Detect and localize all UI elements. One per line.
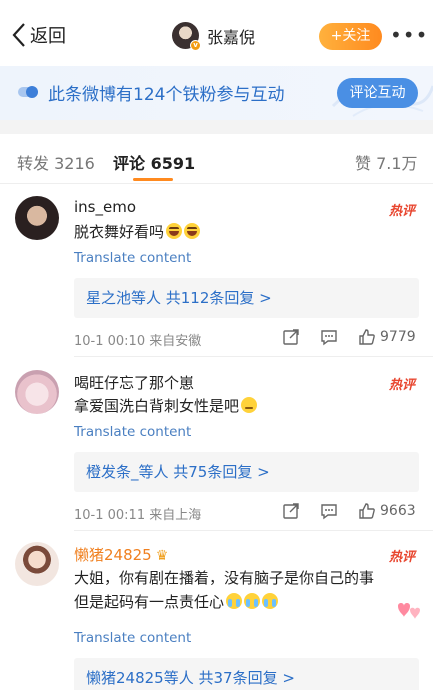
hot-comment-badge: 热评 (389, 550, 416, 565)
like-icon[interactable] (358, 328, 376, 346)
like-count: 9663 (380, 503, 416, 519)
comment-meta: 10-1 00:11 来自上海 (74, 508, 202, 523)
replies-summary[interactable]: 橙发条_等人 共75条回复 > (74, 452, 419, 492)
divider (74, 356, 433, 357)
share-icon[interactable] (282, 328, 300, 346)
comment-icon[interactable] (320, 328, 338, 346)
author-name[interactable]: 张嘉倪 (207, 24, 255, 48)
laughing-emoji-icon (184, 223, 201, 239)
crown-badge-icon: ♛ (155, 548, 169, 564)
replies-summary[interactable]: 懒猪24825等人 共37条回复 > (74, 658, 419, 690)
avatar[interactable] (15, 542, 59, 586)
chevron-left-icon (12, 23, 25, 47)
banner-text: 此条微博有124个铁粉参与互动 (48, 85, 285, 105)
comment-item: 喝旺仔忘了那个崽 热评 拿爱国洗白背刺女性是吧 Translate conten… (0, 358, 433, 532)
translate-link[interactable]: Translate content (74, 630, 191, 646)
commenter-name[interactable]: 懒猪24825 (74, 546, 152, 564)
like-icon[interactable] (358, 502, 376, 520)
divider (74, 530, 433, 531)
avatar[interactable] (15, 370, 59, 414)
comment-item: ins_emo 热评 脱衣舞好看吗 Translate content 星之池等… (0, 184, 433, 358)
post-stats-tabs: 转发 3216 评论 6591 赞 7.1万 (0, 134, 433, 184)
follow-button[interactable]: +关注 (319, 23, 382, 50)
smirk-emoji-icon (241, 397, 258, 413)
section-gap (0, 120, 433, 134)
hearts-decoration-icon (398, 603, 420, 619)
comment-actions: 9663 (282, 502, 416, 520)
comment-item: 懒猪24825 ♛ 热评 大姐，你有剧在播着，没有脑子是你自己的事 但是起码有一点… (0, 532, 433, 690)
comment-text-line: 大姐，你有剧在播着，没有脑子是你自己的事 (74, 569, 375, 587)
replies-summary[interactable]: 星之池等人 共112条回复 > (74, 278, 419, 318)
share-icon[interactable] (282, 502, 300, 520)
comment-meta: 10-1 00:10 来自安徽 (74, 334, 202, 349)
fans-interaction-banner: 此条微博有124个铁粉参与互动 评论互动 (0, 66, 433, 120)
author-avatar[interactable]: v (172, 22, 201, 51)
commenter-name-row: 懒猪24825 ♛ (74, 544, 168, 565)
tab-likes[interactable]: 赞 7.1万 (355, 150, 418, 174)
crying-emoji-icon (244, 593, 261, 609)
active-tab-indicator (133, 178, 173, 181)
comment-text: 脱衣舞好看吗 (74, 220, 201, 244)
verified-badge-icon: v (190, 40, 201, 51)
translate-link[interactable]: Translate content (74, 424, 191, 440)
comment-text: 大姐，你有剧在播着，没有脑子是你自己的事 但是起码有一点责任心 (74, 566, 374, 614)
more-options-icon[interactable]: ••• (390, 25, 428, 45)
back-button[interactable]: 返回 (12, 22, 66, 48)
tab-comments[interactable]: 评论 6591 (113, 150, 195, 174)
author-info[interactable]: v 张嘉倪 (172, 22, 255, 51)
toggle-icon (18, 86, 38, 98)
comment-text: 拿爱国洗白背刺女性是吧 (74, 394, 258, 418)
like-count: 9779 (380, 329, 416, 345)
comment-text-body: 脱衣舞好看吗 (74, 223, 165, 241)
comment-text-body: 但是起码有一点责任心 (74, 593, 225, 611)
crying-emoji-icon (262, 593, 279, 609)
hot-comment-badge: 热评 (389, 378, 416, 393)
translate-link[interactable]: Translate content (74, 250, 191, 266)
tab-reposts[interactable]: 转发 3216 (17, 150, 95, 174)
commenter-name[interactable]: 喝旺仔忘了那个崽 (74, 372, 194, 393)
avatar[interactable] (15, 196, 59, 240)
comment-actions: 9779 (282, 328, 416, 346)
comment-interaction-button[interactable]: 评论互动 (337, 78, 418, 108)
commenter-name[interactable]: ins_emo (74, 198, 136, 216)
top-nav-bar: 返回 v 张嘉倪 +关注 ••• (0, 0, 433, 66)
comment-text-line-2: 但是起码有一点责任心 (74, 590, 374, 614)
laughing-emoji-icon (166, 223, 183, 239)
crying-emoji-icon (226, 593, 243, 609)
hot-comment-badge: 热评 (389, 204, 416, 219)
comment-text-body: 拿爱国洗白背刺女性是吧 (74, 397, 240, 415)
comment-icon[interactable] (320, 502, 338, 520)
back-label: 返回 (30, 26, 66, 47)
